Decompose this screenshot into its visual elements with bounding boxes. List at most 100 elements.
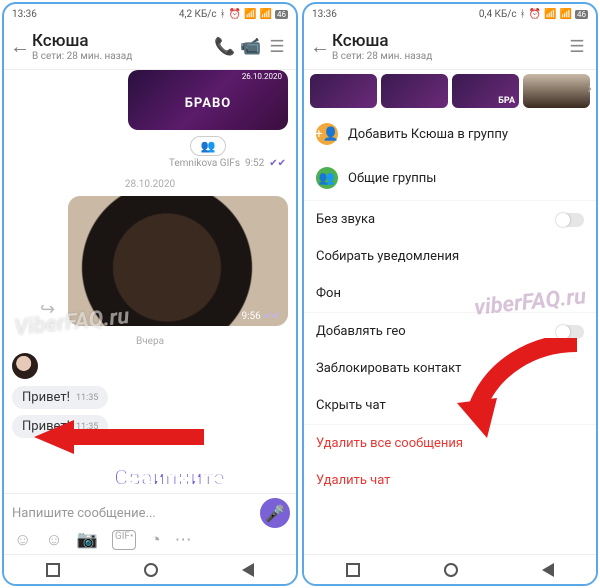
- menu-label: Без звука: [316, 212, 375, 227]
- menu-label: Общие группы: [348, 171, 436, 186]
- chevron-right-icon[interactable]: ›: [587, 78, 592, 97]
- chat-menu: +👤 Добавить Ксюша в группу 👥 Общие групп…: [304, 112, 596, 499]
- gif-date: 26.10.2020: [242, 72, 282, 81]
- menu-label: Удалить чат: [316, 473, 390, 488]
- header-title-block[interactable]: Ксюша В сети: 28 мин. назад: [32, 31, 212, 62]
- gif-meta: Temnikova GIFs 9:52 ✔✔: [4, 158, 296, 169]
- nav-home-icon[interactable]: [444, 563, 458, 577]
- back-icon[interactable]: ←: [310, 34, 332, 59]
- menu-icon[interactable]: ☰: [264, 37, 290, 57]
- photo-message[interactable]: ↪ 9:56 ✔✔: [68, 196, 288, 326]
- annotation-swipe-label: Свайпните: [114, 466, 225, 491]
- media-thumbs[interactable]: БРА ›: [304, 70, 596, 112]
- menu-label: Фон: [316, 286, 341, 301]
- menu-add-geo[interactable]: Добавлять гео: [304, 312, 596, 350]
- toggle[interactable]: [556, 325, 584, 339]
- status-net: 0,4 КБ/с: [479, 9, 517, 20]
- menu-add-to-group[interactable]: +👤 Добавить Ксюша в группу: [304, 112, 596, 156]
- contact-status: В сети: 28 мин. назад: [32, 51, 212, 62]
- media-thumb[interactable]: [523, 74, 590, 108]
- menu-common-groups[interactable]: 👥 Общие группы: [304, 156, 596, 200]
- gif-text: БРАВО: [128, 96, 288, 111]
- media-thumb[interactable]: [381, 74, 448, 108]
- contact-status: В сети: 28 мин. назад: [332, 51, 564, 62]
- media-thumb[interactable]: [310, 74, 377, 108]
- bluetooth-icon: ᚼ: [220, 9, 226, 20]
- message-bubble[interactable]: Привет! 11:35: [12, 386, 108, 409]
- menu-delete-messages[interactable]: Удалить все сообщения: [304, 424, 596, 462]
- menu-label: Удалить все сообщения: [316, 436, 463, 451]
- date-separator: 28.10.2020: [4, 179, 296, 190]
- nav-back-icon[interactable]: [542, 563, 554, 577]
- menu-label: Добавить Ксюша в группу: [348, 127, 508, 142]
- gif-message[interactable]: 26.10.2020 БРАВО 👥: [128, 70, 288, 156]
- sticker-icon[interactable]: ☺: [14, 530, 31, 550]
- voice-button[interactable]: 🎤: [260, 498, 290, 528]
- android-navbar: [4, 554, 296, 584]
- more-icon[interactable]: ⋯: [175, 530, 192, 550]
- group-icon[interactable]: 👥: [190, 136, 226, 156]
- menu-block-contact[interactable]: Заблокировать контакт: [304, 350, 596, 387]
- menu-collect-notifications[interactable]: Собирать уведомления: [304, 238, 596, 275]
- message-text: Привет!: [22, 390, 70, 405]
- nav-recent-icon[interactable]: [46, 563, 60, 577]
- status-bar: 13:36 0,4 КБ/с ᚼ ⏰ 📶 📶 46: [304, 4, 596, 24]
- chat-body[interactable]: 26.10.2020 БРАВО 👥 Temnikova GIFs 9:52 ✔…: [4, 70, 296, 493]
- media-thumb[interactable]: БРА: [452, 74, 519, 108]
- menu-mute[interactable]: Без звука: [304, 200, 596, 238]
- menu-background[interactable]: Фон: [304, 275, 596, 312]
- read-icon: ✔✔: [269, 158, 286, 169]
- menu-delete-chat[interactable]: Удалить чат: [304, 462, 596, 499]
- menu-label: Скрыть чат: [316, 398, 386, 413]
- input-bar: Напишите сообщение... 🎤 ☺ ☺ 📷 GIF• ◔ ⋯: [4, 493, 296, 554]
- battery-badge: 46: [275, 10, 288, 19]
- timer-icon[interactable]: ◔: [150, 530, 160, 550]
- gif-time: 9:52: [245, 158, 264, 169]
- message-input[interactable]: Напишите сообщение...: [10, 502, 254, 525]
- date-separator-2: Вчера: [4, 336, 296, 347]
- contact-name: Ксюша: [32, 31, 212, 51]
- nav-recent-icon[interactable]: [346, 563, 360, 577]
- wifi-icon: 📶: [560, 9, 572, 20]
- status-bar: 13:36 4,2 КБ/с ᚼ ⏰ 📶 📶 46: [4, 4, 296, 24]
- video-icon[interactable]: 📹: [238, 37, 264, 57]
- bluetooth-icon: ᚼ: [520, 9, 526, 20]
- toggle[interactable]: [556, 213, 584, 227]
- chat-info-panel[interactable]: БРА › +👤 Добавить Ксюша в группу 👥 Общие…: [304, 70, 596, 554]
- gif-icon[interactable]: GIF•: [112, 530, 136, 550]
- nav-back-icon[interactable]: [242, 563, 254, 577]
- groups-icon: 👥: [316, 167, 338, 189]
- alarm-icon: ⏰: [229, 9, 241, 20]
- contact-name: Ксюша: [332, 31, 564, 51]
- battery-badge: 46: [575, 10, 588, 19]
- menu-label: Добавлять гео: [316, 324, 406, 339]
- android-navbar: [304, 554, 596, 584]
- thumb-text: БРА: [498, 96, 515, 106]
- gif-image: 26.10.2020 БРАВО: [128, 70, 288, 130]
- avatar[interactable]: [12, 353, 38, 379]
- status-time: 13:36: [312, 9, 337, 20]
- camera-icon[interactable]: 📷: [77, 530, 98, 550]
- status-time: 13:36: [12, 9, 37, 20]
- phone-right: 13:36 0,4 КБ/с ᚼ ⏰ 📶 📶 46 ← Ксюша В сети…: [302, 2, 598, 586]
- header-title-block[interactable]: Ксюша В сети: 28 мин. назад: [332, 31, 564, 62]
- message-time: 11:35: [76, 393, 98, 403]
- menu-icon[interactable]: ☰: [564, 37, 590, 57]
- photo-time: 9:56 ✔✔: [241, 311, 280, 322]
- gif-source: Temnikova GIFs: [169, 158, 240, 169]
- message-time: 11:35: [76, 422, 98, 432]
- back-icon[interactable]: ←: [10, 34, 32, 59]
- message-text: Привет!: [22, 419, 70, 434]
- chat-header: ← Ксюша В сети: 28 мин. назад 📞 📹 ☰: [4, 24, 296, 70]
- call-icon[interactable]: 📞: [212, 37, 238, 57]
- emoji-icon[interactable]: ☺: [45, 530, 62, 550]
- phone-left: 13:36 4,2 КБ/с ᚼ ⏰ 📶 📶 46 ← Ксюша В сети…: [2, 2, 298, 586]
- menu-hide-chat[interactable]: Скрыть чат: [304, 387, 596, 424]
- share-icon[interactable]: ↪: [40, 299, 55, 320]
- alarm-icon: ⏰: [529, 9, 541, 20]
- wifi-icon: 📶: [260, 9, 272, 20]
- chat-header: ← Ксюша В сети: 28 мин. назад ☰: [304, 24, 596, 70]
- signal-icon: 📶: [544, 9, 556, 20]
- message-bubble[interactable]: Привет! 11:35: [12, 415, 108, 438]
- nav-home-icon[interactable]: [144, 563, 158, 577]
